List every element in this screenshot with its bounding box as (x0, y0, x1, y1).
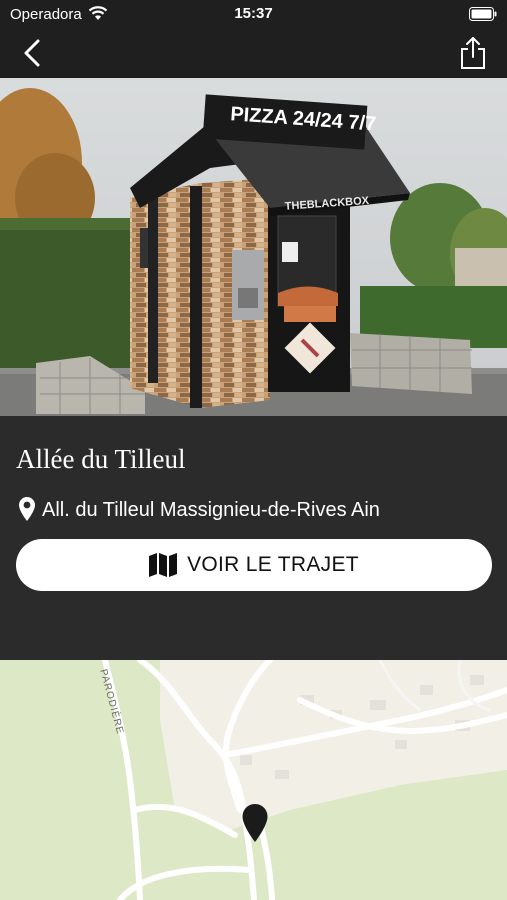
status-bar: Operadora 15:37 (0, 0, 507, 28)
pizza-kiosk-photo: PIZZA 24/24 7/7 THEBLACKBOX (0, 78, 507, 416)
location-pin-icon (19, 497, 35, 521)
view-route-button[interactable]: VOIR LE TRAJET (16, 539, 492, 591)
back-chevron-icon (24, 39, 40, 67)
map-marker-icon[interactable] (241, 803, 269, 843)
map-view[interactable]: PARODIÈRE (0, 660, 507, 900)
back-button[interactable] (18, 38, 48, 68)
map-icon (149, 553, 178, 577)
battery-icon (469, 7, 497, 21)
share-button[interactable] (459, 36, 487, 70)
share-icon (461, 37, 485, 69)
clock: 15:37 (234, 5, 273, 22)
navigation-bar (0, 28, 507, 78)
view-route-button-content: VOIR LE TRAJET (16, 539, 492, 591)
address-text: All. du Tilleul Massignieu-de-Rives Ain (42, 499, 380, 521)
view-route-label: VOIR LE TRAJET (187, 553, 359, 576)
place-info-panel: Allée du Tilleul All. du Tilleul Massign… (0, 416, 507, 660)
place-title: Allée du Tilleul (16, 444, 186, 474)
